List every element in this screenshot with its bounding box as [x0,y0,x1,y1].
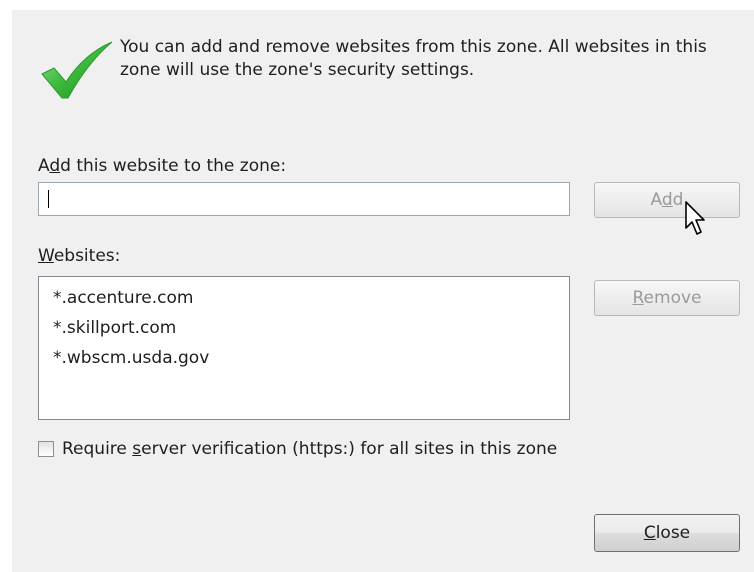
close-button[interactable]: Close [594,514,740,552]
require-verification-checkbox[interactable] [38,441,54,457]
remove-button[interactable]: Remove [594,280,740,316]
list-item[interactable]: *.skillport.com [53,313,569,343]
websites-list[interactable]: *.accenture.com *.skillport.com *.wbscm.… [38,276,570,420]
add-website-label: Add this website to the zone: [38,156,287,176]
text-caret [48,190,49,208]
sites-dialog: You can add and remove websites from thi… [12,10,754,572]
mouse-cursor-icon [685,201,705,235]
add-button[interactable]: Add [594,182,740,218]
websites-label: Websites: [38,246,121,266]
intro-text: You can add and remove websites from thi… [120,37,707,80]
list-item[interactable]: *.accenture.com [53,283,569,313]
require-verification-label[interactable]: Require server verification (https:) for… [62,439,557,459]
green-check-icon [41,41,113,99]
add-website-input[interactable] [38,182,570,216]
require-verification-row[interactable]: Require server verification (https:) for… [38,438,557,460]
list-item[interactable]: *.wbscm.usda.gov [53,343,569,373]
